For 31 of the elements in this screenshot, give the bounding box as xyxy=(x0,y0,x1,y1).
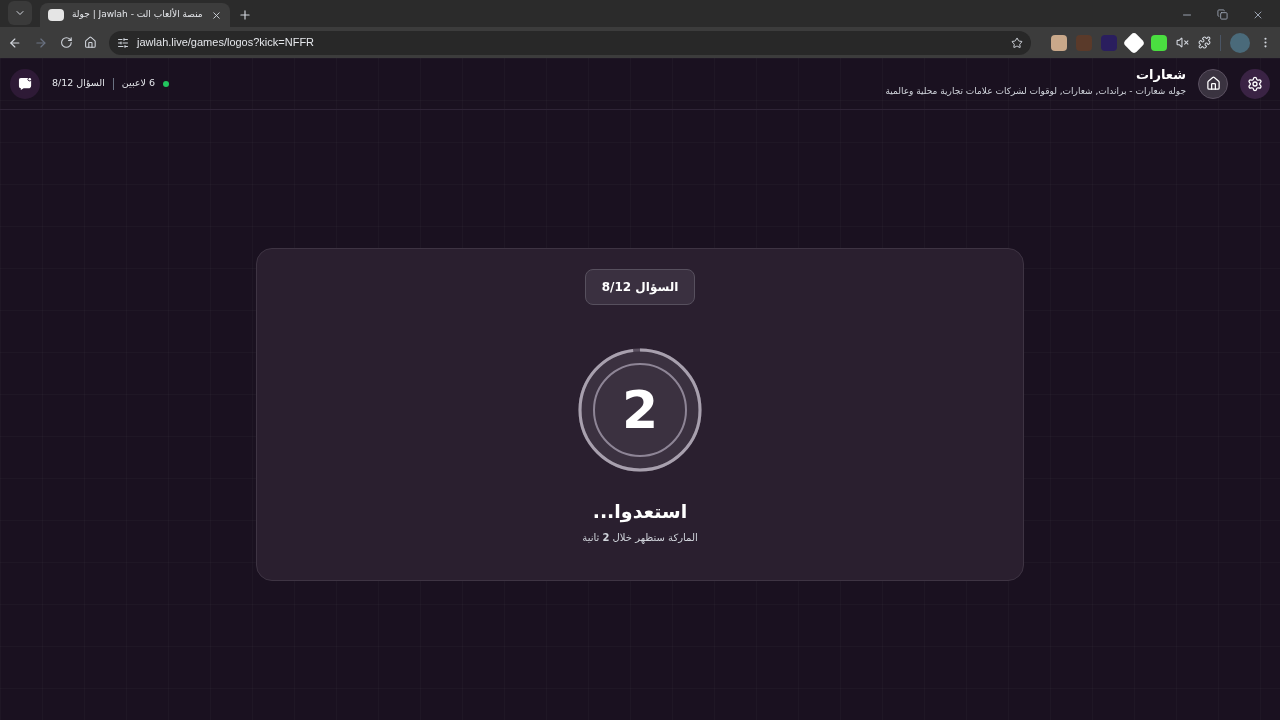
home-icon[interactable] xyxy=(84,36,98,49)
new-tab-icon[interactable] xyxy=(237,8,252,22)
page-subtitle: جوله شعارات - براندات, شعارات, لوقوات لشركات علامات تجارية محلية وعالمية xyxy=(885,84,1186,98)
url-text: jawlah.live/games/logos?kick=NFFR xyxy=(137,35,316,51)
question-counter: السؤال 8/12 xyxy=(52,76,105,91)
close-icon[interactable] xyxy=(1252,9,1264,21)
tab-title: جولة | Jawlah - منصة الألعاب الت xyxy=(72,8,203,22)
home-button[interactable] xyxy=(1198,68,1228,99)
extensions-icon[interactable] xyxy=(1198,36,1211,49)
back-icon[interactable] xyxy=(8,35,22,50)
tab-list-button[interactable] xyxy=(8,1,32,25)
settings-icon xyxy=(1247,75,1263,92)
home-icon xyxy=(1205,76,1221,91)
player-count: 6 لاعبين xyxy=(121,76,155,91)
bookmark-icon[interactable] xyxy=(1011,36,1023,49)
page-title: شعارات xyxy=(1135,65,1186,84)
countdown-number: 2 xyxy=(621,384,659,436)
site-settings-icon[interactable] xyxy=(117,36,130,49)
extension-icon[interactable] xyxy=(1051,34,1067,51)
mute-icon[interactable] xyxy=(1176,36,1189,49)
question-badge: السؤال 8/12 xyxy=(584,269,696,305)
close-icon[interactable] xyxy=(210,9,222,21)
favicon-icon xyxy=(48,9,64,21)
chat-logo-icon[interactable] xyxy=(10,68,40,99)
extension-icon[interactable] xyxy=(1151,34,1167,51)
restore-icon[interactable] xyxy=(1217,9,1228,20)
ready-heading: استعدوا... xyxy=(592,499,688,525)
address-bar[interactable]: jawlah.live/games/logos?kick=NFFR xyxy=(109,30,1031,55)
reload-icon[interactable] xyxy=(59,36,73,49)
settings-button[interactable] xyxy=(1240,68,1270,99)
browser-tab[interactable]: جولة | Jawlah - منصة الألعاب الت xyxy=(40,3,230,27)
